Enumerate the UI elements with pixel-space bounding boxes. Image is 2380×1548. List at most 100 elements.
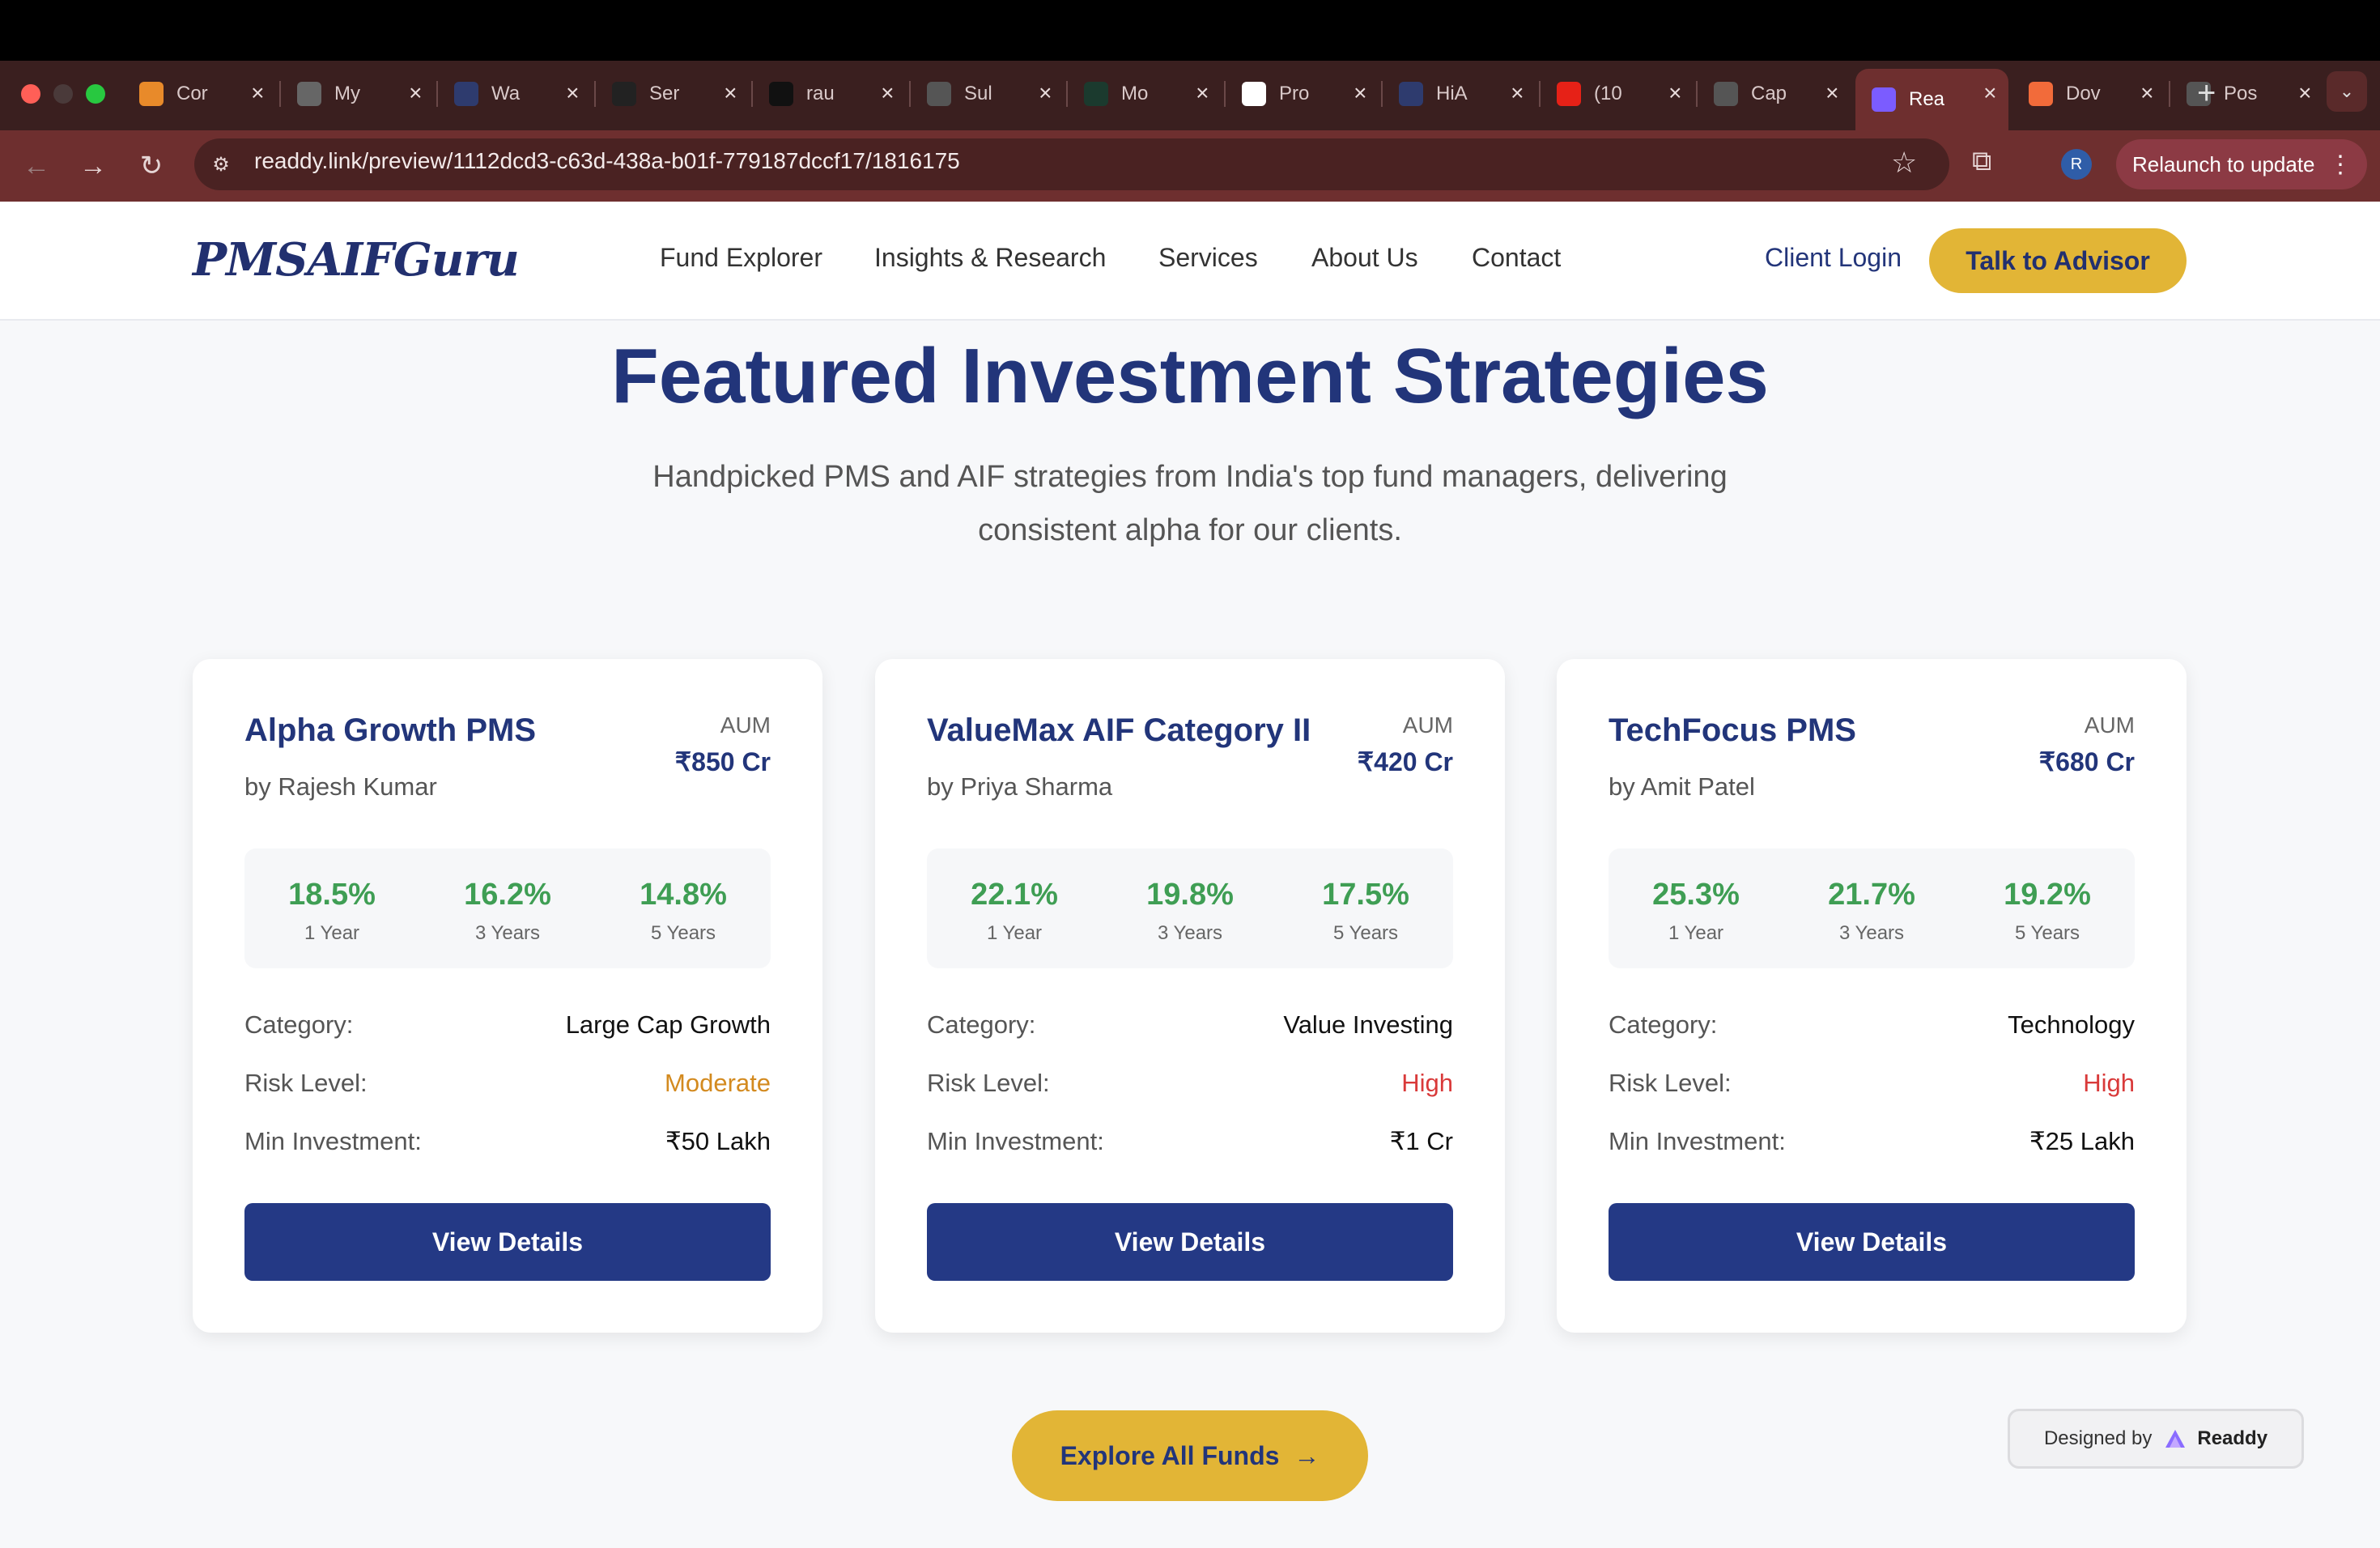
min-investment-value: ₹1 Cr (1389, 1127, 1453, 1155)
bookmark-star-icon[interactable]: ☆ (1891, 146, 1917, 180)
tab-separator (1066, 81, 1068, 107)
nav-insights-research[interactable]: Insights & Research (874, 243, 1106, 273)
close-tab-icon[interactable]: × (1196, 80, 1209, 106)
view-details-button[interactable]: View Details (244, 1203, 771, 1281)
view-details-button[interactable]: View Details (1609, 1203, 2135, 1281)
browser-tab[interactable]: Cap × (1698, 69, 1851, 119)
site-logo[interactable]: PMSAIFGuru (193, 233, 520, 287)
aum-label: AUM (1402, 712, 1453, 738)
tab-title: Cap (1751, 83, 1787, 104)
h-icon (454, 82, 478, 106)
return-period: 3 Years (1157, 922, 1223, 944)
minimize-window-button[interactable] (53, 84, 73, 104)
extensions-icon[interactable]: ⧉ (1972, 146, 1991, 177)
close-tab-icon[interactable]: × (1039, 80, 1052, 106)
tab-separator (909, 81, 911, 107)
designed-by-badge[interactable]: Designed by Readdy (2008, 1409, 2304, 1469)
browser-tab[interactable]: Rea × (1855, 69, 2008, 130)
fund-manager: by Amit Patel (1609, 772, 1755, 801)
browser-tab[interactable]: (10 × (1541, 69, 1694, 119)
browser-tab[interactable]: My × (281, 69, 434, 119)
browser-tab[interactable]: Wa × (438, 69, 591, 119)
browser-tab[interactable]: Pos × (2170, 69, 2323, 119)
close-tab-icon[interactable]: × (566, 80, 579, 106)
tab-title: rau (806, 83, 835, 104)
return-period: 3 Years (474, 922, 541, 944)
nav-services[interactable]: Services (1158, 243, 1258, 273)
fund-manager: by Rajesh Kumar (244, 772, 437, 801)
nav-contact[interactable]: Contact (1472, 243, 1561, 273)
profile-avatar[interactable]: R (2061, 149, 2092, 180)
tab-separator (1696, 81, 1698, 107)
tab-title: My (334, 83, 360, 104)
forward-button[interactable]: → (73, 146, 113, 186)
min-investment-row: Min Investment: ₹25 Lakh (1609, 1127, 2135, 1159)
return-value: 25.3% (1652, 878, 1740, 912)
close-tab-icon[interactable]: × (1354, 80, 1366, 106)
risk-row: Risk Level: High (1609, 1069, 2135, 1101)
close-tab-icon[interactable]: × (2298, 80, 2311, 106)
aum-value: ₹680 Cr (2038, 747, 2135, 776)
new-tab-button[interactable]: + (2197, 73, 2216, 113)
return-value: 22.1% (971, 878, 1058, 912)
close-tab-icon[interactable]: × (2140, 80, 2153, 106)
risk-value: Moderate (665, 1069, 771, 1097)
tab-search-button[interactable]: ⌄ (2327, 71, 2367, 112)
close-tab-icon[interactable]: × (1511, 80, 1524, 106)
category-value: Technology (2008, 1010, 2135, 1039)
close-tab-icon[interactable]: × (1825, 80, 1838, 106)
risk-label: Risk Level: (1609, 1069, 1732, 1097)
tab-title: HiA (1436, 83, 1468, 104)
browser-tab[interactable]: Cor × (123, 69, 276, 119)
return-1y: 25.3% 1 Year (1609, 878, 1783, 945)
url-text[interactable]: readdy.link/preview/1112dcd3-c63d-438a-b… (254, 148, 960, 174)
return-period: 1 Year (304, 922, 360, 944)
site-info-icon[interactable]: ⚙ (207, 151, 235, 178)
section-subtitle: Handpicked PMS and AIF strategies from I… (615, 450, 1765, 557)
browser-tab[interactable]: Dov × (2012, 69, 2165, 119)
returns-panel: 18.5% 1 Year 16.2% 3 Years 14.8% 5 Years (244, 848, 771, 968)
reload-button[interactable]: ↻ (131, 146, 172, 186)
nav-about-us[interactable]: About Us (1311, 243, 1418, 273)
client-login-link[interactable]: Client Login (1765, 243, 1902, 273)
close-tab-icon[interactable]: × (251, 80, 264, 106)
category-value: Large Cap Growth (565, 1010, 771, 1039)
close-window-button[interactable] (21, 84, 40, 104)
aum-value: ₹420 Cr (1357, 747, 1453, 776)
subtitle-line-2: consistent alpha for our clients. (978, 513, 1402, 547)
tab-title: Dov (2066, 83, 2101, 104)
browser-tab[interactable]: Ser × (596, 69, 749, 119)
close-tab-icon[interactable]: × (724, 80, 737, 106)
return-1y: 18.5% 1 Year (244, 878, 419, 945)
close-tab-icon[interactable]: × (1668, 80, 1681, 106)
return-1y: 22.1% 1 Year (927, 878, 1102, 945)
browser-tab[interactable]: Sul × (911, 69, 1064, 119)
browser-tab[interactable]: HiA × (1383, 69, 1536, 119)
maximize-window-button[interactable] (86, 84, 105, 104)
browser-tab[interactable]: Pro × (1226, 69, 1379, 119)
strategy-name: TechFocus PMS (1609, 712, 1856, 748)
mt-icon (1084, 82, 1108, 106)
nav-fund-explorer[interactable]: Fund Explorer (660, 243, 822, 273)
tab-separator (1539, 81, 1541, 107)
explore-all-funds-button[interactable]: Explore All Funds → (1012, 1410, 1368, 1501)
strategy-card: TechFocus PMS by Amit Patel AUM ₹680 Cr … (1557, 659, 2187, 1333)
close-tab-icon[interactable]: × (881, 80, 894, 106)
returns-panel: 22.1% 1 Year 19.8% 3 Years 17.5% 5 Years (927, 848, 1453, 968)
browser-tab[interactable]: rau × (753, 69, 906, 119)
subtitle-line-1: Handpicked PMS and AIF strategies from I… (652, 460, 1728, 494)
fund-manager: by Priya Sharma (927, 772, 1113, 801)
browser-tab[interactable]: Mo × (1068, 69, 1221, 119)
close-tab-icon[interactable]: × (409, 80, 422, 106)
back-button[interactable]: ← (16, 146, 57, 186)
relaunch-button[interactable]: Relaunch to update ⋮ (2116, 139, 2367, 189)
return-period: 5 Years (2014, 922, 2080, 944)
tab-title: Cor (176, 83, 208, 104)
close-tab-icon[interactable]: × (1983, 80, 1996, 106)
return-period: 3 Years (1838, 922, 1905, 944)
relaunch-label: Relaunch to update (2132, 151, 2315, 176)
dovetail-icon (2029, 82, 2053, 106)
view-details-button[interactable]: View Details (927, 1203, 1453, 1281)
strategy-card: ValueMax AIF Category II by Priya Sharma… (875, 659, 1505, 1333)
talk-to-advisor-button[interactable]: Talk to Advisor (1929, 228, 2187, 293)
